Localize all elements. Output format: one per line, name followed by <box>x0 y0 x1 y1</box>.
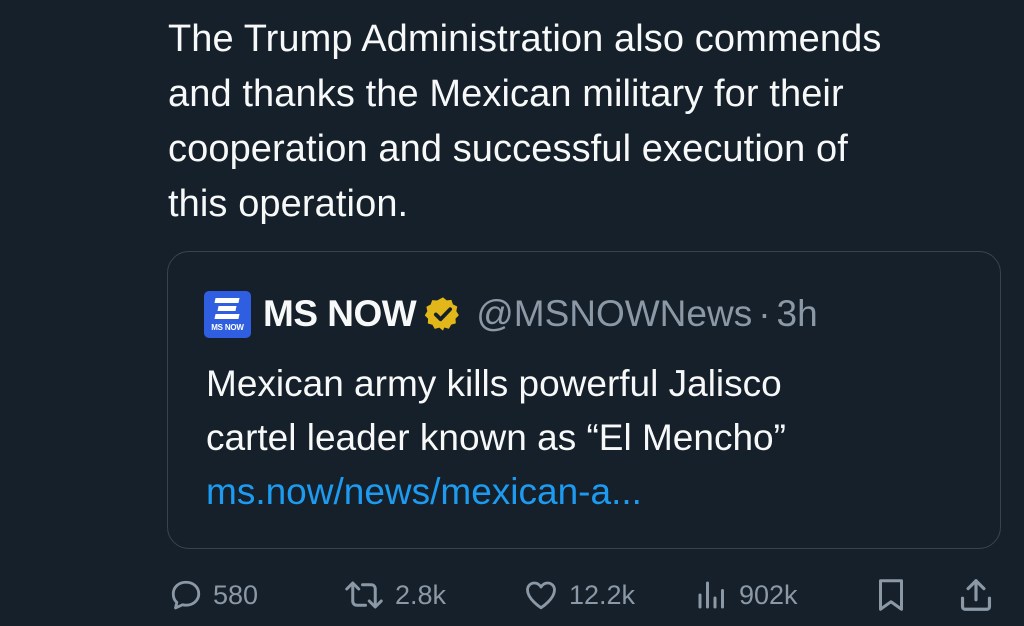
repost-count: 2.8k <box>395 579 447 610</box>
repost-icon <box>345 581 383 609</box>
tweet-text-line: The Trump Administration also commends <box>168 18 882 60</box>
quoted-handle[interactable]: @MSNOWNews <box>476 293 752 335</box>
avatar[interactable]: MS NOW <box>204 290 251 338</box>
quoted-link[interactable]: ms.now/news/mexican-a... <box>206 465 986 519</box>
repost-button[interactable]: 2.8k <box>342 570 446 620</box>
quoted-text-line: cartel leader known as “El Mencho” <box>206 417 786 458</box>
quoted-tweet-card[interactable]: MS NOW MS NOW @MSNOWNews · 3h Mexican ar… <box>167 251 1001 549</box>
msnow-logo-icon <box>214 297 240 320</box>
reply-button[interactable]: 580 <box>168 570 258 620</box>
quoted-timestamp[interactable]: 3h <box>777 293 818 335</box>
tweet-text-line: and thanks the Mexican military for thei… <box>168 73 844 115</box>
reply-icon <box>171 580 201 610</box>
verified-badge-icon <box>424 297 460 331</box>
avatar-label: MS NOW <box>211 322 244 332</box>
quoted-tweet-text: Mexican army kills powerful Jalisco cart… <box>206 357 986 519</box>
analytics-icon <box>698 581 724 609</box>
share-icon <box>960 579 992 611</box>
tweet-detail: The Trump Administration also commends a… <box>0 0 1024 626</box>
bookmark-icon <box>879 579 903 611</box>
views-count: 902k <box>739 579 798 610</box>
heart-icon <box>526 581 556 610</box>
views-button[interactable]: 902k <box>694 570 798 620</box>
like-button[interactable]: 12.2k <box>522 570 635 620</box>
like-count: 12.2k <box>569 579 636 610</box>
quoted-display-name[interactable]: MS NOW <box>263 293 417 335</box>
tweet-text-line: cooperation and successful execution of <box>168 128 848 170</box>
quoted-tweet-header: MS NOW MS NOW @MSNOWNews · 3h <box>204 290 818 338</box>
share-button[interactable] <box>957 570 995 620</box>
tweet-action-bar: 580 2.8k 12.2k 902k <box>0 570 1024 620</box>
tweet-text: The Trump Administration also commends a… <box>168 12 998 232</box>
separator-dot: · <box>758 293 771 334</box>
bookmark-button[interactable] <box>873 570 909 620</box>
tweet-text-line: this operation. <box>168 183 409 225</box>
reply-count: 580 <box>213 579 259 610</box>
quoted-text-line: Mexican army kills powerful Jalisco <box>206 363 782 404</box>
